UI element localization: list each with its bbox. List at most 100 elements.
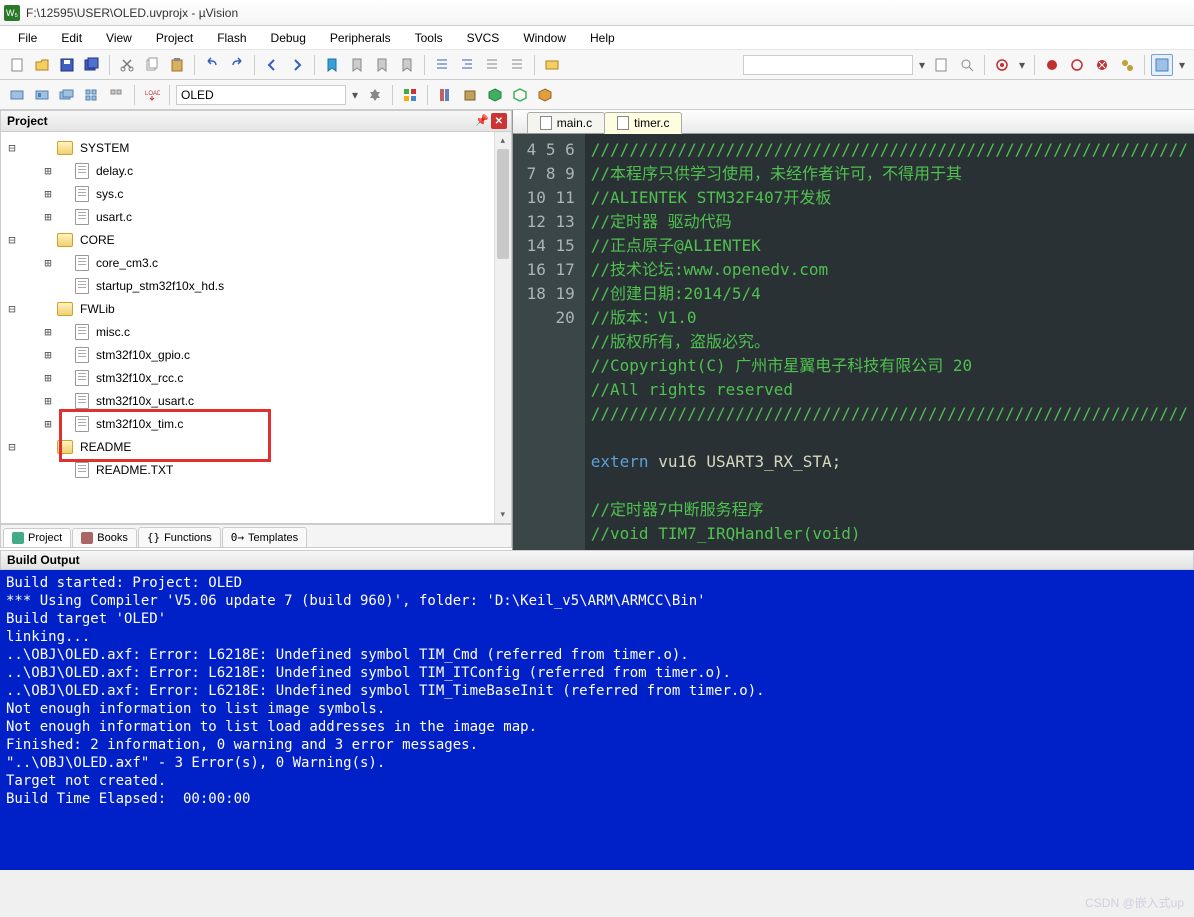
comment-icon[interactable] bbox=[481, 54, 503, 76]
tab-functions[interactable]: {} Functions bbox=[138, 527, 221, 547]
translate-icon[interactable] bbox=[6, 84, 28, 106]
redo-icon[interactable] bbox=[226, 54, 248, 76]
configure-icon[interactable] bbox=[534, 84, 556, 106]
copy-icon[interactable] bbox=[141, 54, 163, 76]
rebuild-icon[interactable] bbox=[56, 84, 78, 106]
find-icon[interactable] bbox=[541, 54, 563, 76]
target-select[interactable]: OLED bbox=[176, 85, 346, 105]
bookmark-toggle-icon[interactable] bbox=[321, 54, 343, 76]
menu-view[interactable]: View bbox=[96, 29, 142, 47]
scroll-thumb[interactable] bbox=[497, 149, 509, 259]
menu-flash[interactable]: Flash bbox=[207, 29, 256, 47]
debug-dropdown-icon[interactable]: ▾ bbox=[1016, 55, 1028, 75]
bookmark-clear-icon[interactable] bbox=[396, 54, 418, 76]
tree-group-readme[interactable]: ⊟README bbox=[3, 435, 509, 458]
tree-file[interactable]: ⊞stm32f10x_usart.c bbox=[3, 389, 509, 412]
separator bbox=[984, 55, 985, 75]
books-icon[interactable] bbox=[434, 84, 456, 106]
code-content[interactable]: ////////////////////////////////////////… bbox=[585, 134, 1194, 550]
file-icon bbox=[75, 186, 89, 202]
tree-group-core[interactable]: ⊟CORE bbox=[3, 228, 509, 251]
breakpoint-disable-icon[interactable] bbox=[1066, 54, 1088, 76]
menu-edit[interactable]: Edit bbox=[51, 29, 92, 47]
bookmark-next-icon[interactable] bbox=[371, 54, 393, 76]
project-tree[interactable]: ⊟SYSTEM ⊞delay.c ⊞sys.c ⊞usart.c ⊟CORE ⊞… bbox=[0, 132, 512, 524]
pack-installer-icon[interactable] bbox=[459, 84, 481, 106]
find-field[interactable] bbox=[743, 55, 913, 75]
unindent-icon[interactable] bbox=[456, 54, 478, 76]
nav-back-icon[interactable] bbox=[261, 54, 283, 76]
menu-svcs[interactable]: SVCS bbox=[457, 29, 510, 47]
scroll-down-icon[interactable]: ▾ bbox=[495, 506, 511, 523]
tab-templates[interactable]: 0→Templates bbox=[222, 527, 307, 547]
tree-file[interactable]: startup_stm32f10x_hd.s bbox=[3, 274, 509, 297]
tree-file-highlighted[interactable]: ⊞stm32f10x_tim.c bbox=[3, 412, 509, 435]
window-layout-icon[interactable] bbox=[1151, 54, 1173, 76]
tree-file[interactable]: ⊞core_cm3.c bbox=[3, 251, 509, 274]
close-icon[interactable]: ✕ bbox=[491, 113, 507, 129]
build-icon[interactable] bbox=[31, 84, 53, 106]
editor-tab-main[interactable]: main.c bbox=[527, 112, 605, 133]
breakpoint-kill-icon[interactable] bbox=[1091, 54, 1113, 76]
open-file-icon[interactable] bbox=[31, 54, 53, 76]
menu-window[interactable]: Window bbox=[513, 29, 576, 47]
nav-fwd-icon[interactable] bbox=[286, 54, 308, 76]
tree-file[interactable]: ⊞stm32f10x_rcc.c bbox=[3, 366, 509, 389]
separator bbox=[134, 85, 135, 105]
target-options-icon[interactable] bbox=[364, 84, 386, 106]
tree-group-fwlib[interactable]: ⊟FWLib bbox=[3, 297, 509, 320]
debug-icon[interactable] bbox=[991, 54, 1013, 76]
menu-help[interactable]: Help bbox=[580, 29, 625, 47]
separator bbox=[427, 85, 428, 105]
cut-icon[interactable] bbox=[116, 54, 138, 76]
tree-file[interactable]: ⊞sys.c bbox=[3, 182, 509, 205]
breakpoint-window-icon[interactable] bbox=[1116, 54, 1138, 76]
download-icon[interactable]: LOAD bbox=[141, 84, 163, 106]
save-all-icon[interactable] bbox=[81, 54, 103, 76]
find-dropdown-icon[interactable]: ▾ bbox=[916, 55, 928, 75]
menu-peripherals[interactable]: Peripherals bbox=[320, 29, 401, 47]
uncomment-icon[interactable] bbox=[506, 54, 528, 76]
tab-label: Functions bbox=[164, 532, 212, 544]
menu-tools[interactable]: Tools bbox=[405, 29, 453, 47]
target-name: OLED bbox=[181, 88, 214, 102]
find-in-files-icon[interactable] bbox=[931, 54, 953, 76]
tree-file[interactable]: README.TXT bbox=[3, 458, 509, 481]
tree-file[interactable]: ⊞stm32f10x_gpio.c bbox=[3, 343, 509, 366]
folder-icon bbox=[57, 302, 73, 316]
menu-file[interactable]: File bbox=[8, 29, 47, 47]
layout-dropdown-icon[interactable]: ▾ bbox=[1176, 55, 1188, 75]
select-software-icon[interactable] bbox=[509, 84, 531, 106]
file-icon bbox=[75, 370, 89, 386]
indent-icon[interactable] bbox=[431, 54, 453, 76]
code-editor[interactable]: 4 5 6 7 8 9 10 11 12 13 14 15 16 17 18 1… bbox=[513, 134, 1194, 550]
tree-label: startup_stm32f10x_hd.s bbox=[93, 278, 227, 294]
paste-icon[interactable] bbox=[166, 54, 188, 76]
tree-file[interactable]: ⊞delay.c bbox=[3, 159, 509, 182]
save-icon[interactable] bbox=[56, 54, 78, 76]
new-file-icon[interactable] bbox=[6, 54, 28, 76]
menu-debug[interactable]: Debug bbox=[261, 29, 316, 47]
breakpoint-insert-icon[interactable] bbox=[1041, 54, 1063, 76]
tab-books[interactable]: Books bbox=[72, 528, 137, 547]
tree-group-system[interactable]: ⊟SYSTEM bbox=[3, 136, 509, 159]
tab-project[interactable]: Project bbox=[3, 528, 71, 547]
scrollbar-vertical[interactable]: ▴ ▾ bbox=[494, 132, 511, 523]
scroll-up-icon[interactable]: ▴ bbox=[495, 132, 511, 149]
editor-tab-timer[interactable]: timer.c bbox=[604, 112, 682, 134]
undo-icon[interactable] bbox=[201, 54, 223, 76]
menu-project[interactable]: Project bbox=[146, 29, 203, 47]
build-output[interactable]: Build started: Project: OLED *** Using C… bbox=[0, 570, 1194, 870]
pin-icon[interactable]: 📌 bbox=[475, 114, 489, 127]
batch-build-icon[interactable] bbox=[81, 84, 103, 106]
target-dropdown-icon[interactable]: ▾ bbox=[349, 85, 361, 105]
functions-tab-icon: {} bbox=[147, 531, 160, 544]
stop-build-icon[interactable] bbox=[106, 84, 128, 106]
incremental-find-icon[interactable] bbox=[956, 54, 978, 76]
tree-file[interactable]: ⊞misc.c bbox=[3, 320, 509, 343]
tree-file[interactable]: ⊞usart.c bbox=[3, 205, 509, 228]
separator bbox=[314, 55, 315, 75]
manage-project-icon[interactable] bbox=[484, 84, 506, 106]
bookmark-prev-icon[interactable] bbox=[346, 54, 368, 76]
manage-rte-icon[interactable] bbox=[399, 84, 421, 106]
